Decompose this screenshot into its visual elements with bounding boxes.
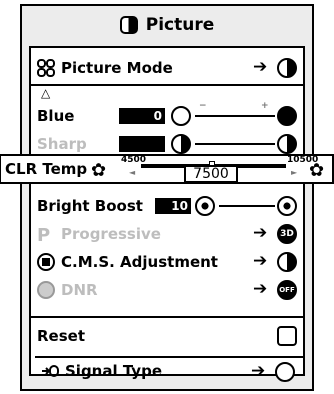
plus-mark: +	[261, 101, 269, 111]
dnr-status-icon: OFF	[277, 280, 297, 300]
menu-title: Picture	[145, 15, 215, 35]
clr-temp-label: CLR Temp	[5, 160, 88, 178]
bright-boost-value: 10	[155, 198, 191, 214]
picture-mode-icon	[37, 59, 55, 77]
arrow-icon: ➔	[253, 279, 268, 299]
picture-mode-status-icon	[277, 58, 297, 78]
sharp-slider[interactable]	[195, 143, 275, 145]
sharp-high-icon	[277, 134, 297, 154]
clr-temp-right-arrow[interactable]: ►	[291, 168, 297, 177]
menu-title-bar: Picture	[22, 6, 312, 44]
arrow-icon: ➔	[253, 251, 268, 271]
picture-menu: Picture Picture Mode ➔ △ Blue 0 − + Shar…	[20, 4, 314, 391]
signal-type-label: Signal Type	[65, 362, 162, 380]
menu-item-blue[interactable]: Blue 0 − +	[31, 101, 303, 130]
clr-temp-bar[interactable]: CLR Temp ✿ 4500 10500 ◄ ► 7500 ✿	[0, 154, 334, 184]
cms-label: C.M.S. Adjustment	[61, 253, 218, 271]
bright-boost-low-icon	[195, 196, 215, 216]
bright-boost-high-icon	[277, 196, 297, 216]
arrow-icon: ➔	[251, 361, 266, 381]
blue-slider[interactable]	[195, 115, 275, 117]
blue-label: Blue	[37, 107, 75, 125]
picture-mode-label: Picture Mode	[61, 59, 173, 77]
blue-value: 0	[119, 108, 165, 124]
reset-label: Reset	[37, 327, 85, 345]
reset-icon	[277, 326, 297, 346]
clr-temp-high-icon: ✿	[309, 160, 325, 181]
blue-high-icon	[277, 106, 297, 126]
menu-item-dnr[interactable]: DNR ➔ OFF	[31, 276, 303, 304]
minus-mark: −	[199, 101, 207, 111]
menu-item-picture-mode[interactable]: Picture Mode ➔	[31, 54, 303, 82]
progressive-status-icon: 3D	[277, 224, 297, 244]
clr-temp-low-icon: ✿	[91, 160, 107, 181]
sharp-label: Sharp	[37, 135, 87, 153]
cms-status-icon	[277, 252, 297, 272]
divider	[31, 316, 303, 318]
bright-boost-slider[interactable]	[219, 205, 275, 207]
arrow-icon: ➔	[253, 223, 268, 243]
menu-item-bright-boost[interactable]: Bright Boost 10	[31, 192, 303, 220]
signal-type-icon	[41, 362, 59, 380]
signal-type-status-icon	[275, 362, 295, 382]
clr-temp-value: 7500	[184, 165, 238, 183]
bright-boost-label: Bright Boost	[37, 197, 143, 215]
menu-item-cms-adjustment[interactable]: C.M.S. Adjustment ➔	[31, 248, 303, 276]
picture-icon	[119, 16, 138, 34]
sharp-low-icon	[171, 134, 191, 154]
menu-item-reset[interactable]: Reset	[31, 322, 303, 350]
clr-temp-left-arrow[interactable]: ◄	[129, 168, 135, 177]
menu-item-signal-type[interactable]: Signal Type ➔	[35, 356, 305, 384]
cms-icon	[37, 253, 55, 271]
menu-item-progressive[interactable]: P Progressive ➔ 3D	[31, 220, 303, 248]
dnr-icon	[37, 281, 55, 299]
dnr-label: DNR	[61, 281, 98, 299]
progressive-icon: P	[37, 225, 51, 246]
divider	[31, 84, 303, 86]
arrow-icon: ➔	[253, 57, 268, 77]
menu-items-panel: Picture Mode ➔ △ Blue 0 − + Sharp Bright…	[29, 46, 305, 376]
scroll-up-icon[interactable]: △	[41, 86, 50, 100]
progressive-label: Progressive	[61, 225, 161, 243]
blue-low-icon	[171, 106, 191, 126]
sharp-value	[119, 136, 165, 152]
